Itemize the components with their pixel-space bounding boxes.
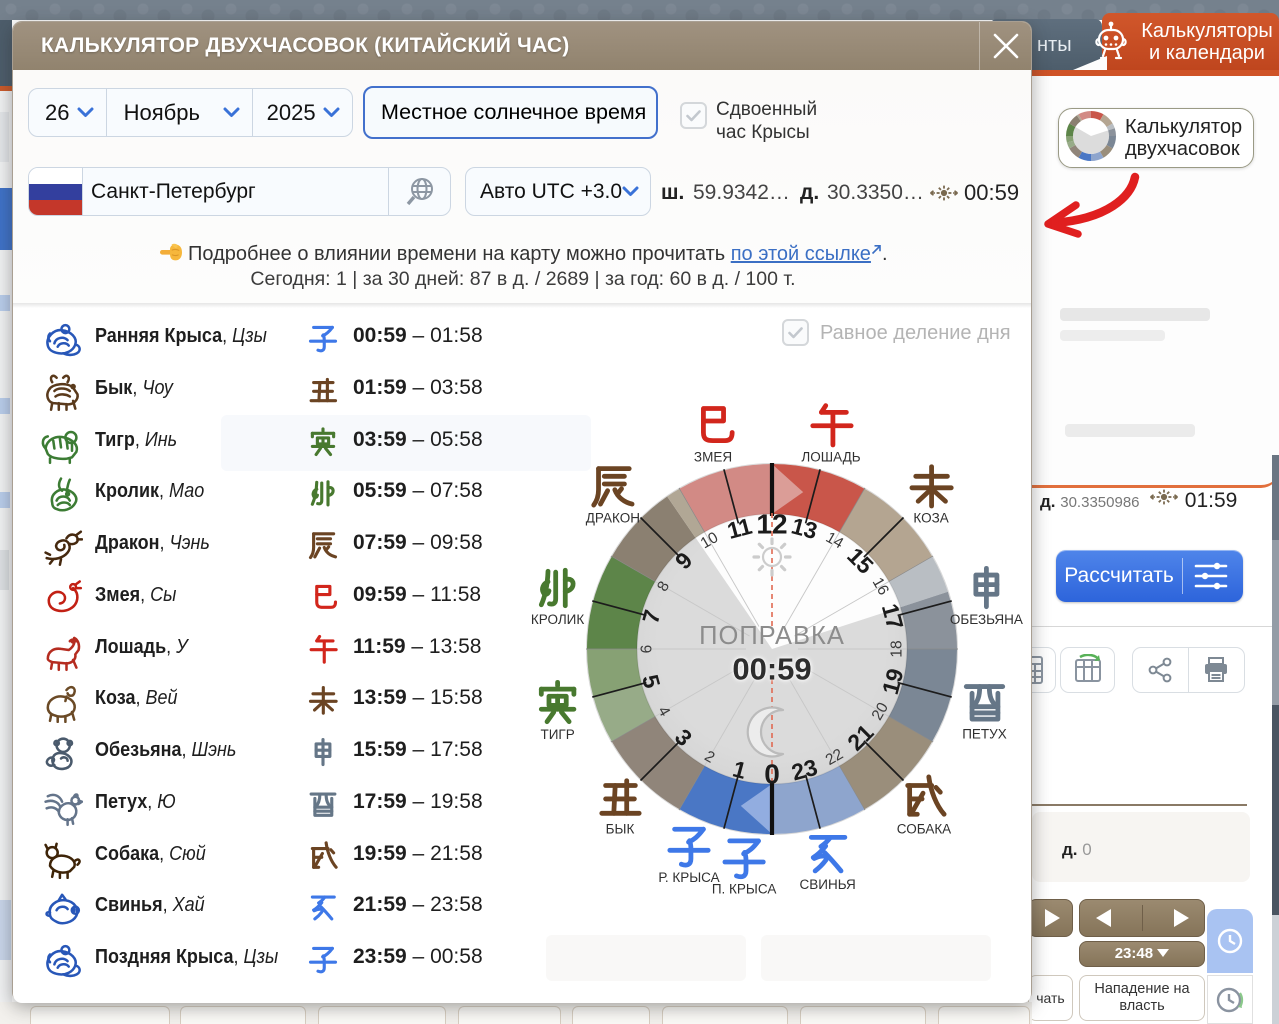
svg-text:ПОПРАВКА: ПОПРАВКА: [699, 622, 845, 650]
svg-text:12: 12: [756, 509, 787, 540]
svg-text:СВИНЬЯ: СВИНЬЯ: [799, 877, 855, 892]
svg-text:ОБЕЗЬЯНА: ОБЕЗЬЯНА: [950, 612, 1023, 627]
svg-text:П. КРЫСА: П. КРЫСА: [712, 882, 776, 897]
svg-text:СОБАКА: СОБАКА: [897, 822, 951, 837]
svg-text:6: 6: [639, 645, 656, 654]
svg-text:ТИГР: ТИГР: [540, 727, 574, 742]
svg-text:Р. КРЫСА: Р. КРЫСА: [658, 870, 719, 885]
svg-text:ПЕТУХ: ПЕТУХ: [962, 726, 1007, 741]
svg-text:ЛОШАДЬ: ЛОШАДЬ: [801, 449, 860, 464]
svg-text:00:59: 00:59: [732, 652, 811, 687]
svg-text:ЗМЕЯ: ЗМЕЯ: [694, 449, 732, 464]
svg-text:ДРАКОН: ДРАКОН: [586, 510, 640, 525]
svg-text:КОЗА: КОЗА: [913, 510, 948, 525]
svg-text:КРОЛИК: КРОЛИК: [531, 612, 584, 627]
svg-text:БЫК: БЫК: [606, 822, 635, 837]
svg-text:0: 0: [764, 759, 780, 790]
svg-text:18: 18: [889, 640, 906, 657]
